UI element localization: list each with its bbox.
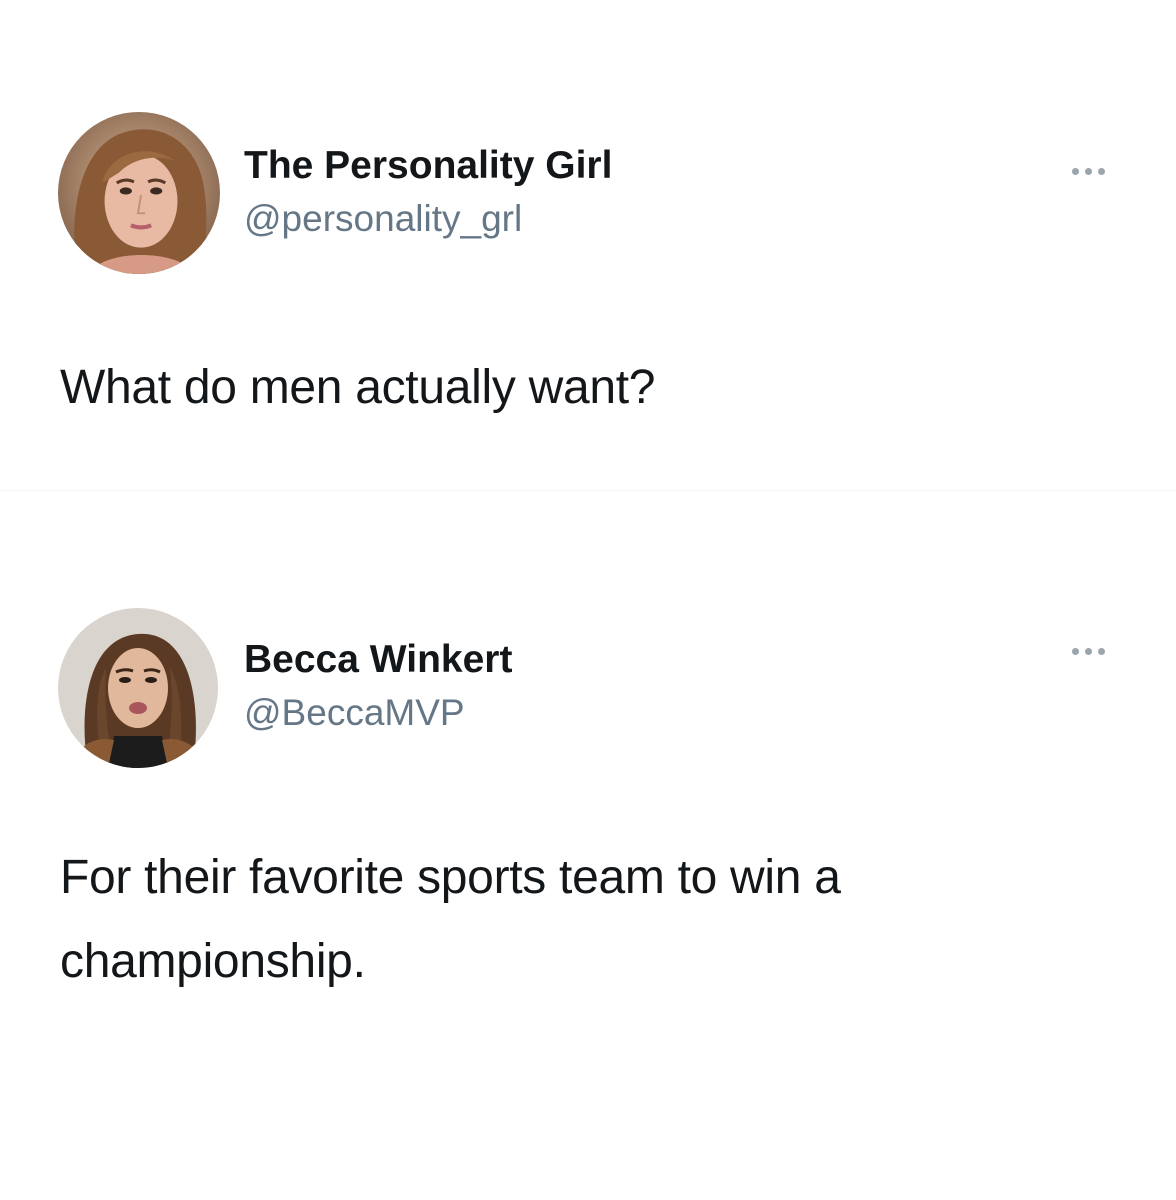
more-options-button[interactable]: [1056, 156, 1120, 186]
tweet-card: The Personality Girl @personality_grl Wh…: [0, 0, 1176, 490]
display-name[interactable]: The Personality Girl: [244, 142, 612, 190]
tweet-text: For their favorite sports team to win a …: [60, 851, 841, 988]
more-options-icon: [1071, 647, 1105, 655]
profile-photo-icon: [58, 112, 220, 274]
avatar[interactable]: [58, 112, 220, 274]
profile-photo-icon: [58, 608, 218, 768]
display-name[interactable]: Becca Winkert: [244, 636, 512, 684]
more-options-button[interactable]: [1056, 636, 1120, 666]
user-info: The Personality Girl @personality_grl: [244, 142, 612, 242]
user-handle[interactable]: @BeccaMVP: [244, 690, 512, 736]
avatar[interactable]: [58, 608, 218, 768]
user-info: Becca Winkert @BeccaMVP: [244, 636, 512, 736]
more-options-icon: [1071, 167, 1105, 175]
user-handle[interactable]: @personality_grl: [244, 196, 612, 242]
tweet-card: Becca Winkert @BeccaMVP For their favori…: [0, 490, 1176, 1200]
tweet-text: What do men actually want?: [60, 361, 656, 414]
